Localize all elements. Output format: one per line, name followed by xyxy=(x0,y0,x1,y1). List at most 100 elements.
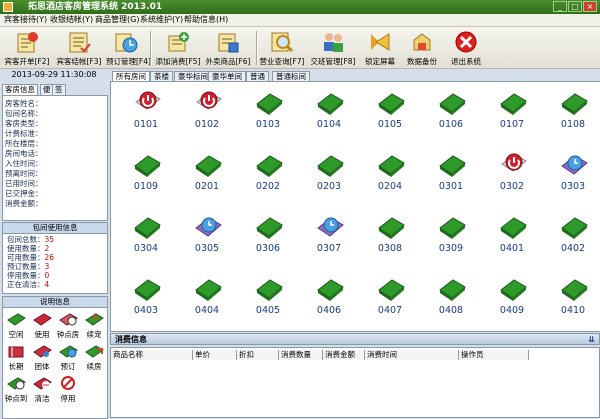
open-bill-label: 宾客开单[F2] xyxy=(4,57,50,66)
room-tile[interactable]: 0402 xyxy=(548,208,598,258)
tab-memo-2[interactable]: 签 xyxy=(52,84,66,95)
idle-room-icon xyxy=(561,279,588,301)
reservation-icon xyxy=(115,33,138,53)
room-tile[interactable]: 0406 xyxy=(304,270,354,320)
add-consumption-button[interactable]: 添加消费[F5] xyxy=(154,29,202,67)
col-time[interactable]: 消费时间 xyxy=(365,350,459,360)
room-tile[interactable]: 0106 xyxy=(426,84,476,134)
room-tile[interactable]: 0103 xyxy=(243,84,293,134)
room-number: 0108 xyxy=(560,119,586,130)
room-tile[interactable]: 0303 xyxy=(548,146,598,196)
room-tile[interactable]: 0309 xyxy=(426,208,476,258)
toolbar-separator xyxy=(150,31,152,65)
room-number: 0101 xyxy=(133,119,159,130)
room-tile[interactable]: 0202 xyxy=(243,146,293,196)
usage-title: 包间使用信息 xyxy=(3,223,107,234)
room-tile[interactable]: 0302 xyxy=(487,146,537,196)
app-icon xyxy=(3,2,13,12)
room-number: 0402 xyxy=(560,243,586,254)
idle-room-icon xyxy=(561,93,588,115)
tab-room-info[interactable]: 客房信息 xyxy=(2,84,38,95)
room-tile[interactable]: 0403 xyxy=(121,270,171,320)
minimize-button[interactable]: _ xyxy=(553,1,567,12)
menu-help[interactable]: 帮助信息(H) xyxy=(184,14,228,26)
room-tile[interactable]: 0308 xyxy=(365,208,415,258)
reserved-room-icon xyxy=(317,217,344,237)
exit-label: 退出系统 xyxy=(451,57,481,66)
menu-bar: 宾客接待(Y) 收银结帐(Y) 商品管理(G) 系统维护(Y) 帮助信息(H) xyxy=(0,14,600,27)
query-icon xyxy=(271,32,294,53)
reserved-room-icon xyxy=(561,155,588,175)
room-number: 0106 xyxy=(438,119,464,130)
menu-reception[interactable]: 宾客接待(Y) xyxy=(4,14,47,26)
checkout-button[interactable]: 宾客结帐[F3] xyxy=(54,29,104,67)
room-tile[interactable]: 0105 xyxy=(365,84,415,134)
room-tile[interactable]: 0409 xyxy=(487,270,537,320)
room-tile[interactable]: 0102 xyxy=(182,84,232,134)
backup-button[interactable]: 数据备份 xyxy=(402,29,442,67)
takeout-label: 外卖商品[F6] xyxy=(205,57,251,66)
room-tile[interactable]: 0307 xyxy=(304,208,354,258)
room-number: 0406 xyxy=(316,305,342,316)
room-tile[interactable]: 0410 xyxy=(548,270,598,320)
legend-extend: 续房 xyxy=(83,343,105,371)
room-tile[interactable]: 0305 xyxy=(182,208,232,258)
col-product[interactable]: 商品名称 xyxy=(111,350,193,360)
collapse-icon[interactable]: ⇊ xyxy=(588,334,595,346)
idle-room-icon xyxy=(378,279,405,301)
menu-cashier[interactable]: 收银结帐(Y) xyxy=(50,14,93,26)
col-price[interactable]: 单价 xyxy=(193,350,237,360)
col-amount[interactable]: 消费金额 xyxy=(323,350,365,360)
col-quantity[interactable]: 消费数量 xyxy=(279,350,323,360)
shift-button[interactable]: 交班管理[F8] xyxy=(308,29,358,67)
idle-room-icon xyxy=(256,93,283,115)
room-number: 0410 xyxy=(560,305,586,316)
room-tile[interactable]: 0101 xyxy=(121,84,171,134)
col-discount[interactable]: 折扣 xyxy=(237,350,279,360)
room-tile[interactable]: 0109 xyxy=(121,146,171,196)
checkout-icon xyxy=(69,32,91,53)
col-operator[interactable]: 操作员 xyxy=(459,350,529,360)
room-tile[interactable]: 0407 xyxy=(365,270,415,320)
room-tile[interactable]: 0401 xyxy=(487,208,537,258)
room-tile[interactable]: 0404 xyxy=(182,270,232,320)
room-number: 0407 xyxy=(377,305,403,316)
room-number: 0404 xyxy=(194,305,220,316)
room-tile[interactable]: 0203 xyxy=(304,146,354,196)
exit-button[interactable]: 退出系统 xyxy=(446,29,486,67)
room-tile[interactable]: 0408 xyxy=(426,270,476,320)
reservation-button[interactable]: 预订管理[F4] xyxy=(106,29,151,67)
open-bill-button[interactable]: 宾客开单[F2] xyxy=(2,29,52,67)
idle-room-icon xyxy=(500,93,527,115)
takeout-button[interactable]: 外卖商品[F6] xyxy=(204,29,252,67)
room-tile[interactable]: 0104 xyxy=(304,84,354,134)
hourly-room-icon xyxy=(59,313,78,326)
legend-idle: 空闲 xyxy=(5,311,27,339)
reserved-icon xyxy=(59,345,78,358)
close-button[interactable]: × xyxy=(583,1,597,12)
idle-room-icon xyxy=(439,217,466,239)
query-button[interactable]: 营业查询[F7] xyxy=(258,29,306,67)
room-tile[interactable]: 0405 xyxy=(243,270,293,320)
room-tile[interactable]: 0107 xyxy=(487,84,537,134)
room-tile[interactable]: 0304 xyxy=(121,208,171,258)
menu-goods[interactable]: 商品管理(G) xyxy=(95,14,139,26)
stat-cleaning: 正在清洁：4 xyxy=(7,280,50,289)
field-deposit: 已交押金： xyxy=(5,189,43,198)
renew-icon xyxy=(85,313,104,326)
maximize-button[interactable]: □ xyxy=(568,1,582,12)
room-number: 0105 xyxy=(377,119,403,130)
room-tile[interactable]: 0201 xyxy=(182,146,232,196)
menu-system[interactable]: 系统维护(Y) xyxy=(140,14,183,26)
room-tile[interactable]: 0108 xyxy=(548,84,598,134)
room-tile[interactable]: 0306 xyxy=(243,208,293,258)
room-number: 0305 xyxy=(194,243,220,254)
room-tile[interactable]: 0301 xyxy=(426,146,476,196)
room-number: 0301 xyxy=(438,181,464,192)
room-grid: 0101 0102 0103 0104 0105 0106 0107 0108 0109 0201… xyxy=(110,81,600,332)
exit-icon xyxy=(455,31,477,53)
lock-screen-button[interactable]: 锁定屏幕 xyxy=(360,29,400,67)
idle-room-icon xyxy=(256,217,283,239)
room-tile[interactable]: 0204 xyxy=(365,146,415,196)
room-number: 0107 xyxy=(499,119,525,130)
